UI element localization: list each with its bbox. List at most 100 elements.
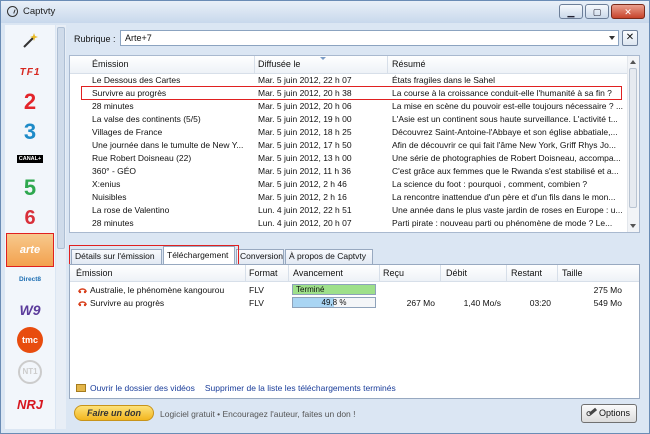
dl-column-restant[interactable]: Restant bbox=[511, 268, 542, 278]
tab-a-propos[interactable]: À propos de Captvty bbox=[285, 249, 373, 264]
rubrique-clear-button[interactable]: ✕ bbox=[622, 30, 638, 46]
table-row[interactable]: La rose de Valentino Lun. 4 juin 2012, 22… bbox=[70, 204, 629, 217]
cell-emission: 28 minutes bbox=[92, 218, 134, 228]
dl-column-taille[interactable]: Taille bbox=[562, 268, 583, 278]
progress-bar: 49,8 % bbox=[292, 297, 376, 308]
channel-direct8[interactable]: Direct8 bbox=[9, 269, 51, 289]
cell-diffusee: Lun. 4 juin 2012, 20 h 07 bbox=[258, 218, 352, 228]
footer-text: Logiciel gratuit • Encouragez l'auteur, … bbox=[160, 409, 356, 419]
cell-emission: 28 minutes bbox=[92, 101, 134, 111]
cell-diffusee: Mar. 5 juin 2012, 18 h 25 bbox=[258, 127, 352, 137]
table-row[interactable]: 360° - GÉO Mar. 5 juin 2012, 11 h 36 C'est… bbox=[70, 165, 629, 178]
channel-france3[interactable]: 3 bbox=[9, 117, 51, 147]
sidebar-scrollbar[interactable] bbox=[56, 25, 66, 429]
download-row[interactable]: Survivre au progrès FLV 49,8 % 267 Mo 1,40 M… bbox=[70, 297, 639, 310]
table-row[interactable]: Une journée dans le tumulte de New Y... M… bbox=[70, 139, 629, 152]
table-row[interactable]: Rue Robert Doisneau (22) Mar. 5 juin 2012… bbox=[70, 152, 629, 165]
cell-emission: Le Dessous des Cartes bbox=[92, 75, 181, 85]
cell-emission: Nuisibles bbox=[92, 192, 127, 202]
dl-column-emission[interactable]: Émission bbox=[76, 268, 113, 278]
wand-icon[interactable] bbox=[9, 26, 51, 56]
dl-cell-restant: 03:20 bbox=[529, 298, 551, 308]
minimize-button[interactable]: ▁ bbox=[559, 4, 583, 19]
cell-emission: Rue Robert Doisneau (22) bbox=[92, 153, 192, 163]
table-row[interactable]: Nuisibles Mar. 5 juin 2012, 2 h 16 La renc… bbox=[70, 191, 629, 204]
tab-details[interactable]: Détails sur l'émission bbox=[71, 249, 162, 264]
cell-emission: La valse des continents (5/5) bbox=[92, 114, 201, 124]
dl-column-avancement[interactable]: Avancement bbox=[293, 268, 343, 278]
dl-cell-recu: 267 Mo bbox=[406, 298, 435, 308]
grid-scroll-thumb[interactable] bbox=[629, 68, 637, 208]
column-resume[interactable]: Résumé bbox=[392, 59, 426, 69]
cell-resume: Une série de photographies de Robert Doi… bbox=[392, 153, 621, 163]
table-row[interactable]: La valse des continents (5/5) Mar. 5 juin… bbox=[70, 113, 629, 126]
open-folder-link[interactable]: Ouvrir le dossier des vidéos bbox=[90, 383, 195, 393]
dl-cell-emission: Australie, le phénomène kangourou bbox=[90, 285, 225, 295]
sidebar-scroll-thumb[interactable] bbox=[57, 27, 65, 249]
download-row[interactable]: Australie, le phénomène kangourou FLV Term… bbox=[70, 284, 639, 297]
cell-diffusee: Mar. 5 juin 2012, 17 h 50 bbox=[258, 140, 352, 150]
rubrique-label: Rubrique : bbox=[74, 34, 116, 44]
dl-column-recu[interactable]: Reçu bbox=[383, 268, 404, 278]
app-window: Captvty ▁ ▢ ✕ TF1 2 3 CANAL+ 5 6 arte Di… bbox=[0, 0, 650, 434]
channel-nrj12[interactable]: NRJ bbox=[9, 389, 51, 419]
folder-icon bbox=[76, 384, 86, 392]
cell-resume: Parti pirate : nouveau parti ou phénomèn… bbox=[392, 218, 613, 228]
close-button[interactable]: ✕ bbox=[611, 4, 645, 19]
table-row[interactable]: X:enius Mar. 5 juin 2012, 2 h 46 La scienc… bbox=[70, 178, 629, 191]
cell-emission: X:enius bbox=[92, 179, 121, 189]
cell-emission: 360° - GÉO bbox=[92, 166, 137, 176]
channel-w9[interactable]: W9 bbox=[9, 295, 51, 325]
cell-diffusee: Mar. 5 juin 2012, 20 h 06 bbox=[258, 101, 352, 111]
dl-column-debit[interactable]: Débit bbox=[446, 268, 467, 278]
cell-resume: Une année dans le plus vaste jardin de r… bbox=[392, 205, 623, 215]
channel-france5[interactable]: 5 bbox=[9, 173, 51, 203]
cell-resume: La science du foot : pourquoi , comment,… bbox=[392, 179, 588, 189]
cell-resume: Découvrez Saint-Antoine-l'Abbaye et son … bbox=[392, 127, 618, 137]
cell-resume: La mise en scène du pouvoir est-elle tou… bbox=[392, 101, 624, 111]
progress-text: Terminé bbox=[296, 285, 325, 294]
column-diffusee[interactable]: Diffusée le bbox=[258, 59, 300, 69]
cell-diffusee: Mar. 5 juin 2012, 2 h 16 bbox=[258, 192, 347, 202]
footer: Faire un don Logiciel gratuit • Encourag… bbox=[69, 403, 640, 427]
channel-tf1[interactable]: TF1 bbox=[9, 57, 51, 87]
dl-cell-taille: 549 Mo bbox=[593, 298, 622, 308]
options-button[interactable]: Options bbox=[581, 404, 637, 423]
dl-cell-taille: 275 Mo bbox=[593, 285, 622, 295]
programs-grid: Émission Diffusée le Résumé Le Dessous d… bbox=[69, 55, 640, 233]
table-row[interactable]: 28 minutes Lun. 4 juin 2012, 20 h 07 Parti… bbox=[70, 217, 629, 230]
cell-diffusee: Mar. 5 juin 2012, 11 h 36 bbox=[258, 166, 351, 176]
rubrique-value: Arte+7 bbox=[125, 33, 152, 43]
dl-column-format[interactable]: Format bbox=[249, 268, 278, 278]
channel-canalplus[interactable]: CANAL+ bbox=[9, 149, 51, 169]
channel-tmc[interactable]: tmc bbox=[9, 325, 51, 355]
chevron-down-icon bbox=[609, 36, 615, 40]
channel-arte[interactable]: arte bbox=[6, 233, 54, 267]
table-row[interactable]: Villages de France Mar. 5 juin 2012, 18 h… bbox=[70, 126, 629, 139]
dl-cell-debit: 1,40 Mo/s bbox=[463, 298, 501, 308]
selected-row-highlight bbox=[81, 86, 622, 100]
channel-nt1[interactable]: NT1 bbox=[9, 357, 51, 387]
cell-resume: États fragiles dans le Sahel bbox=[392, 75, 496, 85]
panel-splitter[interactable] bbox=[69, 237, 640, 241]
rubrique-select[interactable]: Arte+7 bbox=[120, 30, 619, 46]
panel-links: Ouvrir le dossier des vidéos Supprimer de… bbox=[76, 383, 396, 393]
table-row[interactable]: 28 minutes Mar. 5 juin 2012, 20 h 06 La mi… bbox=[70, 100, 629, 113]
maximize-button[interactable]: ▢ bbox=[585, 4, 609, 19]
grid-scrollbar[interactable] bbox=[627, 56, 639, 232]
cell-resume: Afin de découvrir ce qui fait l'âme New … bbox=[392, 140, 616, 150]
tab-telechargement[interactable]: Téléchargement bbox=[163, 246, 235, 265]
cell-diffusee: Mar. 5 juin 2012, 19 h 00 bbox=[258, 114, 352, 124]
tab-conversion[interactable]: Conversion bbox=[236, 249, 284, 264]
scroll-up-icon[interactable] bbox=[630, 60, 636, 64]
download-panel: Émission Format Avancement Reçu Débit Re… bbox=[69, 264, 640, 399]
column-emission[interactable]: Émission bbox=[92, 59, 129, 69]
downloads-header: Émission Format Avancement Reçu Débit Re… bbox=[70, 265, 639, 282]
remove-finished-link[interactable]: Supprimer de la liste les téléchargement… bbox=[205, 383, 396, 393]
download-status-icon bbox=[78, 288, 87, 294]
scroll-down-icon[interactable] bbox=[630, 224, 636, 228]
channel-m6[interactable]: 6 bbox=[9, 203, 51, 233]
title-bar: Captvty ▁ ▢ ✕ bbox=[1, 1, 649, 23]
donate-button[interactable]: Faire un don bbox=[74, 405, 154, 421]
channel-france2[interactable]: 2 bbox=[9, 87, 51, 117]
